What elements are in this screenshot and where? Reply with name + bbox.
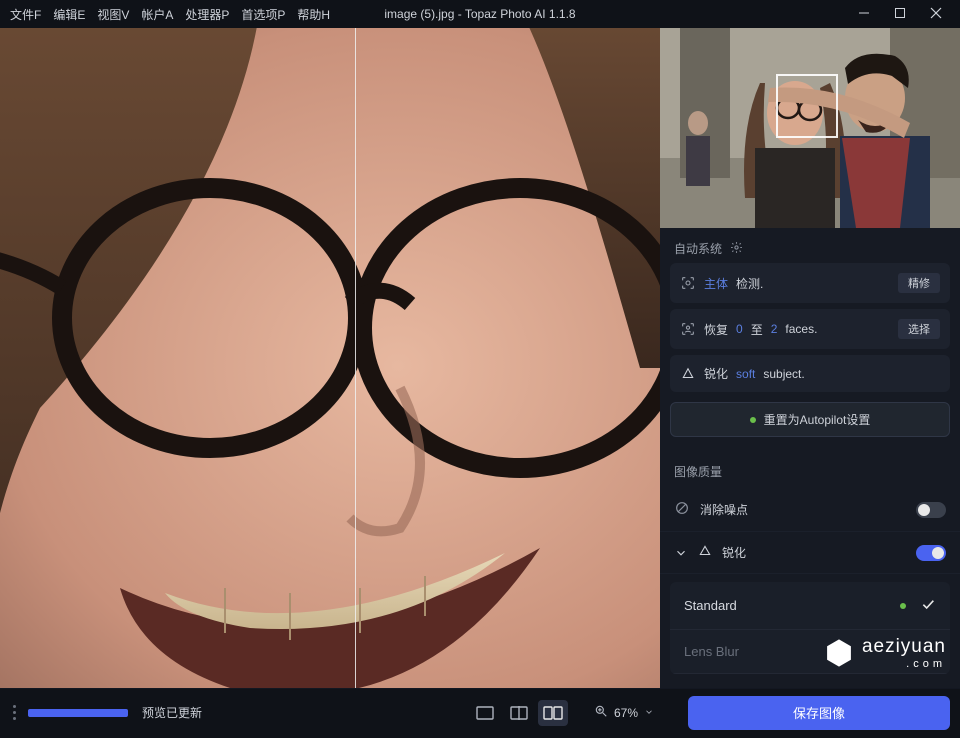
chevron-down-icon bbox=[674, 546, 688, 560]
window-controls bbox=[858, 7, 960, 22]
status-dot-icon bbox=[750, 417, 756, 423]
image-quality-header: 图像质量 bbox=[660, 449, 960, 488]
zoom-value: 67% bbox=[614, 706, 638, 720]
denoise-option[interactable]: 消除噪点 bbox=[660, 488, 960, 532]
view-mode-group bbox=[470, 700, 568, 726]
zoom-icon bbox=[594, 704, 608, 721]
sharpen-model-list: Standard Lens Blur bbox=[670, 582, 950, 674]
side-panel: 自动系统 主体 检测. 精修 恢复0 至2 faces. 选择 锐化 soft bbox=[660, 28, 960, 688]
menu-prefs[interactable]: 首选项P bbox=[241, 6, 285, 23]
menu-processor[interactable]: 处理器P bbox=[185, 6, 229, 23]
progress-bar bbox=[28, 709, 128, 717]
face-detection-box bbox=[776, 74, 838, 138]
minimize-icon[interactable] bbox=[858, 7, 870, 22]
save-image-button[interactable]: 保存图像 bbox=[688, 696, 950, 730]
select-faces-button[interactable]: 选择 bbox=[898, 319, 940, 339]
model-lensblur[interactable]: Lens Blur bbox=[670, 630, 950, 674]
sharpen-summary-row: 锐化 soft subject. bbox=[670, 355, 950, 392]
denoise-icon bbox=[674, 500, 690, 519]
view-single-button[interactable] bbox=[470, 700, 500, 726]
subject-icon bbox=[680, 275, 696, 291]
menu-help[interactable]: 帮助H bbox=[297, 6, 330, 23]
subject-detect-row: 主体 检测. 精修 bbox=[670, 263, 950, 303]
check-icon bbox=[920, 596, 936, 615]
menu-account[interactable]: 帐户A bbox=[141, 6, 173, 23]
status-text: 预览已更新 bbox=[142, 704, 202, 721]
sharpen-triangle-icon bbox=[698, 544, 712, 561]
menu-edit[interactable]: 编辑E bbox=[53, 6, 85, 23]
more-icon[interactable] bbox=[10, 705, 18, 720]
chevron-down-icon bbox=[644, 706, 654, 720]
menu-view[interactable]: 视图V bbox=[97, 6, 129, 23]
bottom-bar: 预览已更新 67% 保存图像 bbox=[0, 688, 960, 736]
sharpen-toggle[interactable] bbox=[916, 545, 946, 561]
active-dot-icon bbox=[900, 603, 906, 609]
title-bar: 文件F 编辑E 视图V 帐户A 处理器P 首选项P 帮助H image (5).… bbox=[0, 0, 960, 28]
model-standard[interactable]: Standard bbox=[670, 582, 950, 630]
compare-divider[interactable] bbox=[355, 28, 356, 688]
gear-icon[interactable] bbox=[730, 241, 743, 257]
preview-pane[interactable] bbox=[0, 28, 660, 688]
denoise-toggle[interactable] bbox=[916, 502, 946, 518]
view-sidebyside-button[interactable] bbox=[538, 700, 568, 726]
autopilot-header: 自动系统 bbox=[660, 228, 960, 263]
refine-button[interactable]: 精修 bbox=[898, 273, 940, 293]
zoom-control[interactable]: 67% bbox=[584, 704, 664, 721]
navigator-thumbnail[interactable] bbox=[660, 28, 960, 228]
face-icon bbox=[680, 321, 696, 337]
close-icon[interactable] bbox=[930, 7, 942, 22]
menu-file[interactable]: 文件F bbox=[10, 6, 41, 23]
main-menu: 文件F 编辑E 视图V 帐户A 处理器P 首选项P 帮助H bbox=[0, 6, 330, 23]
view-split-button[interactable] bbox=[504, 700, 534, 726]
sharpen-option[interactable]: 锐化 bbox=[660, 532, 960, 574]
sharpen-icon bbox=[680, 366, 696, 382]
maximize-icon[interactable] bbox=[894, 7, 906, 22]
face-restore-row: 恢复0 至2 faces. 选择 bbox=[670, 309, 950, 349]
reset-autopilot-button[interactable]: 重置为Autopilot设置 bbox=[670, 402, 950, 437]
